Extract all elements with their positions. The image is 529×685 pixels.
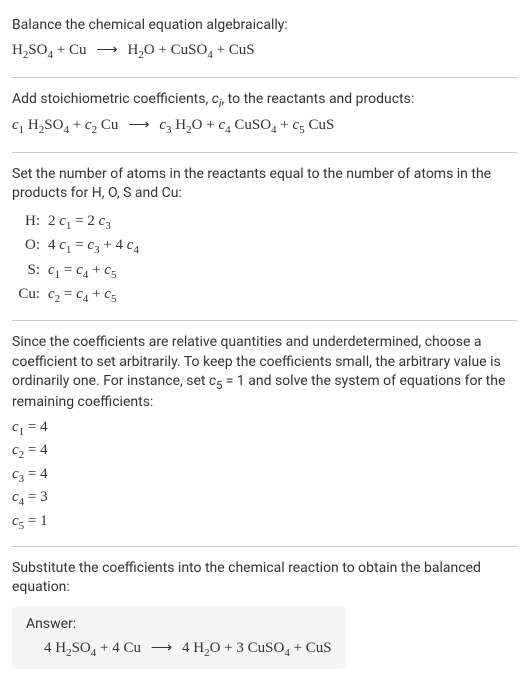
atom-label: O: (12, 234, 40, 259)
section-atom-equations: Set the number of atoms in the reactants… (12, 157, 517, 316)
atom-label: Cu: (12, 283, 40, 308)
atom-row: S: c1 = c4 + c5 (12, 259, 517, 284)
atom-row: H: 2 c1 = 2 c3 (12, 210, 517, 235)
divider (12, 152, 517, 153)
atom-equation: c1 = c4 + c5 (48, 259, 116, 284)
atom-equation: 2 c1 = 2 c3 (48, 210, 111, 235)
answer-box: Answer: 4 H2SO4 + 4 Cu ⟶ 4 H2O + 3 CuSO4… (12, 606, 346, 669)
coefficient-equation: c1 H2SO4 + c2 Cu ⟶ c3 H2O + c4 CuSO4 + c… (12, 115, 517, 136)
section-stoichiometric: Add stoichiometric coefficients, ci, to … (12, 82, 517, 148)
divider (12, 77, 517, 78)
atom-equations-table: H: 2 c1 = 2 c3 O: 4 c1 = c3 + 4 c4 S: c1… (12, 210, 517, 308)
prompt-text: Set the number of atoms in the reactants… (12, 165, 517, 204)
atom-label: H: (12, 210, 40, 235)
balanced-equation: 4 H2SO4 + 4 Cu ⟶ 4 H2O + 3 CuSO4 + CuS (26, 638, 332, 659)
prompt-text: Since the coefficients are relative quan… (12, 333, 517, 413)
atom-row: Cu: c2 = c4 + c5 (12, 283, 517, 308)
atom-equation: 4 c1 = c3 + 4 c4 (48, 234, 139, 259)
divider (12, 546, 517, 547)
prompt-text: Substitute the coefficients into the che… (12, 559, 517, 598)
coeff-value: c3 = 4 (12, 464, 517, 487)
prompt-text: Balance the chemical equation algebraica… (12, 16, 517, 36)
answer-label: Answer: (26, 616, 332, 632)
unbalanced-equation: H2SO4 + Cu ⟶ H2O + CuSO4 + CuS (12, 40, 517, 61)
coeff-value: c5 = 1 (12, 511, 517, 534)
coeff-value: c2 = 4 (12, 440, 517, 463)
coeff-value: c1 = 4 (12, 417, 517, 440)
divider (12, 320, 517, 321)
coeff-value: c4 = 3 (12, 487, 517, 510)
section-solve: Since the coefficients are relative quan… (12, 325, 517, 542)
coefficient-values: c1 = 4 c2 = 4 c3 = 4 c4 = 3 c5 = 1 (12, 417, 517, 534)
section-balance-prompt: Balance the chemical equation algebraica… (12, 8, 517, 73)
prompt-text: Add stoichiometric coefficients, ci, to … (12, 90, 517, 111)
atom-equation: c2 = c4 + c5 (48, 283, 116, 308)
atom-row: O: 4 c1 = c3 + 4 c4 (12, 234, 517, 259)
atom-label: S: (12, 259, 40, 284)
section-answer: Substitute the coefficients into the che… (12, 551, 517, 677)
